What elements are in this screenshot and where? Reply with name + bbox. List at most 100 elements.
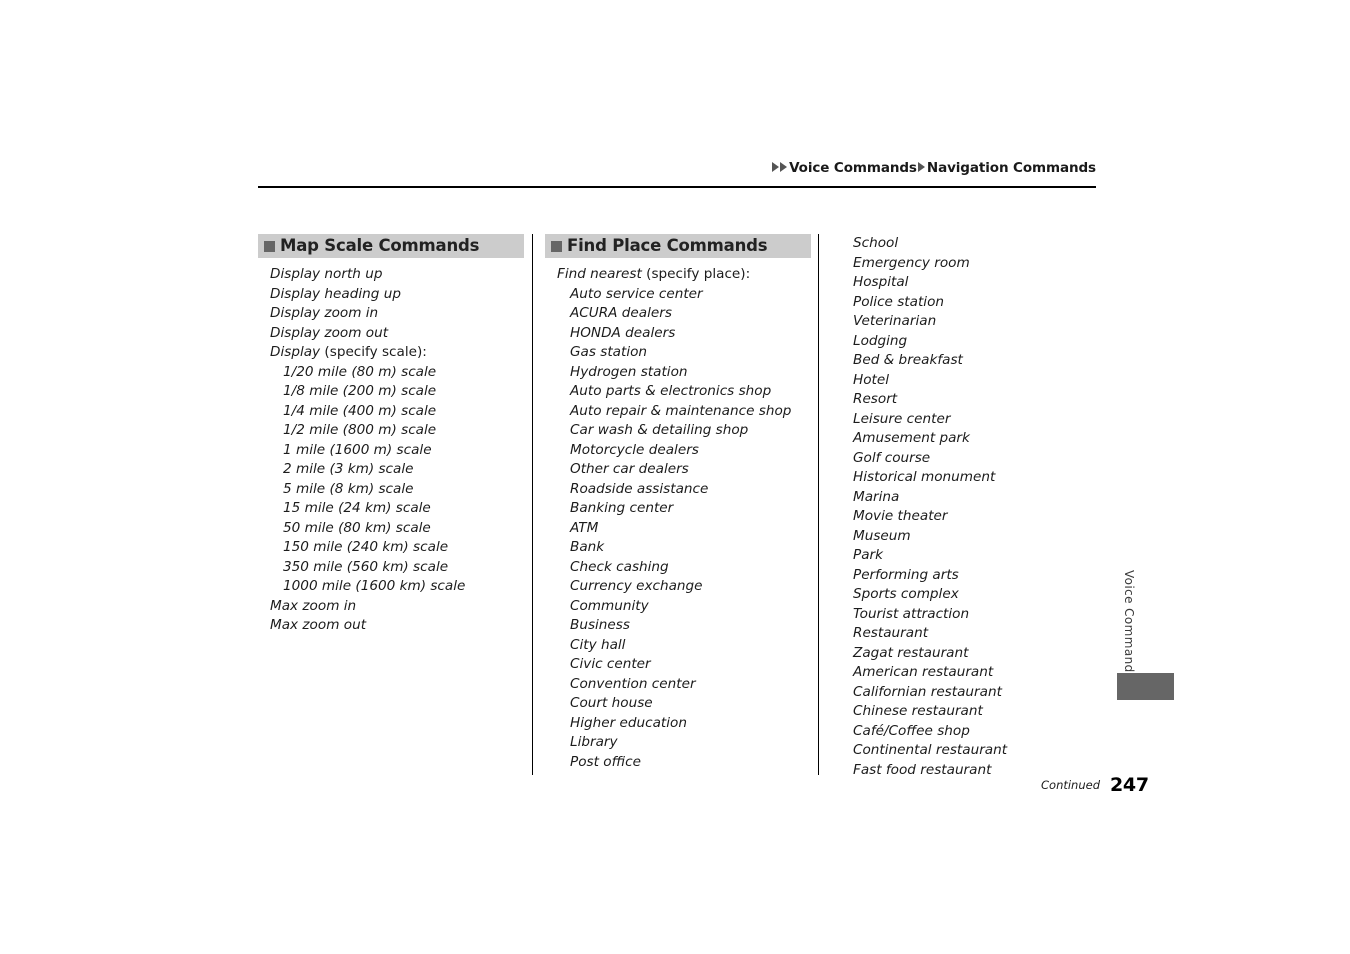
find-place-command-item: School [853, 235, 899, 251]
find-place-command-item: Café/Coffee shop [853, 722, 970, 739]
map-scale-command-item-qualifier: (specify scale): [320, 344, 427, 360]
find-place-command-item: Find nearest (specify place): [545, 265, 811, 285]
find-place-command-item: Chinese restaurant [853, 703, 983, 719]
map-scale-command-item-label: Display [270, 344, 321, 360]
find-place-command-item: Police station [853, 293, 945, 310]
find-place-command-item: Sports complex [853, 586, 959, 602]
find-place-command-item: Court house [570, 695, 653, 711]
side-tab-voice-commands: Voice Commands [1122, 570, 1136, 680]
find-place-command-list: Find nearest (specify place): Auto servic… [545, 265, 811, 772]
find-place-command-item: Auto service center [570, 285, 703, 302]
find-place-command-item: American restaurant [853, 664, 994, 680]
section-header-map-scale: Map Scale Commands [258, 234, 524, 258]
find-place-command-item: Roadside assistance [570, 480, 709, 497]
find-place-command-item: Post office [570, 753, 641, 770]
find-place-command-item: Continental restaurant [853, 742, 1008, 758]
map-scale-command-item: 2 mile (3 km) scale [283, 461, 414, 477]
breadcrumb-item-navigation-commands: Navigation Commands [926, 160, 1096, 176]
find-place-command-item: Civic center [570, 656, 651, 672]
find-place-command-item: Restaurant [853, 625, 929, 641]
triangle-right-icon [772, 162, 780, 172]
side-tab-marker [1117, 673, 1174, 700]
map-scale-command-item: 5 mile (8 km) scale [283, 480, 414, 497]
section-header-find-place: Find Place Commands [545, 234, 811, 258]
find-place-command-item: Museum [853, 527, 911, 544]
square-bullet-icon [264, 240, 275, 252]
triangle-right-icon [780, 162, 788, 172]
breadcrumb: Voice Commands Navigation Commands [258, 160, 1096, 176]
find-place-command-item: Business [570, 617, 630, 633]
find-place-command-item: Currency exchange [570, 578, 703, 594]
column-find-place-commands: Find Place Commands Find nearest (specif… [545, 234, 811, 772]
find-place-command-item: ACURA dealers [570, 305, 672, 321]
find-place-command-item: Library [570, 734, 618, 750]
find-place-command-item: Convention center [570, 675, 696, 692]
find-place-command-item: ATM [570, 519, 599, 536]
find-place-command-item: Californian restaurant [853, 683, 1002, 700]
find-place-command-item: City hall [570, 636, 626, 653]
find-place-command-item: HONDA dealers [570, 324, 676, 341]
find-place-command-item: Car wash & detailing shop [570, 422, 749, 438]
find-place-command-item: Community [570, 597, 649, 614]
map-scale-command-item: 350 mile (560 km) scale [283, 558, 449, 575]
find-place-command-item: Performing arts [853, 566, 959, 583]
map-scale-command-item: Display heading up [270, 285, 401, 302]
find-place-command-item: Bed & breakfast [853, 352, 963, 368]
map-scale-command-item: 1/8 mile (200 m) scale [283, 383, 437, 399]
find-place-command-item: Auto repair & maintenance shop [570, 402, 792, 419]
find-place-command-item: Leisure center [853, 410, 951, 427]
map-scale-command-item: 1/2 mile (800 m) scale [283, 422, 437, 438]
find-place-command-item: Hotel [853, 371, 890, 388]
find-place-command-item: Marina [853, 488, 900, 505]
find-place-command-item: Other car dealers [570, 461, 689, 477]
find-place-command-item: Check cashing [570, 558, 669, 575]
map-scale-command-item: Display north up [270, 266, 383, 282]
map-scale-command-item: 1/4 mile (400 m) scale [283, 402, 437, 419]
map-scale-command-list: Display north up Display heading up Displa… [258, 265, 524, 636]
column-divider-left [532, 234, 533, 775]
map-scale-command-item: 1000 mile (1600 km) scale [283, 578, 466, 594]
square-bullet-icon [551, 240, 562, 252]
find-place-command-item: Amusement park [853, 430, 970, 446]
find-place-command-item: Hospital [853, 274, 909, 290]
map-scale-command-item: Display (specify scale): [258, 343, 524, 363]
map-scale-command-item: Display zoom out [270, 324, 389, 341]
find-place-command-item: Movie theater [853, 508, 948, 524]
find-place-command-item: Emergency room [853, 254, 970, 271]
find-place-command-item: Golf course [853, 449, 931, 466]
find-place-command-item-qualifier: (specify place): [641, 266, 751, 282]
find-place-command-item: Higher education [570, 714, 687, 731]
map-scale-command-item: 15 mile (24 km) scale [283, 500, 431, 516]
map-scale-command-item: 150 mile (240 km) scale [283, 539, 449, 555]
find-place-command-item-label: Find nearest [557, 266, 642, 282]
find-place-command-item: Bank [570, 539, 605, 555]
footer-continued-label: Continued [1041, 778, 1101, 792]
section-title-find-place: Find Place Commands [567, 235, 768, 255]
section-title-map-scale: Map Scale Commands [280, 235, 480, 255]
map-scale-command-item: Display zoom in [270, 305, 379, 321]
page-number: 247 [1110, 774, 1149, 796]
find-place-command-item: Lodging [853, 332, 908, 349]
find-place-command-item: Resort [853, 391, 898, 407]
column-find-place-continued: School Emergency room Hospital Police stati… [845, 234, 1107, 780]
find-place-command-item: Auto parts & electronics shop [570, 383, 772, 399]
find-place-command-item: Motorcycle dealers [570, 441, 699, 458]
find-place-command-item: Historical monument [853, 469, 996, 485]
column-map-scale-commands: Map Scale Commands Display north up Displ… [258, 234, 524, 636]
map-scale-command-item: 50 mile (80 km) scale [283, 519, 431, 536]
find-place-command-item: Tourist attraction [853, 605, 970, 622]
find-place-command-item: Park [853, 547, 883, 563]
map-scale-command-item: Max zoom out [270, 617, 367, 633]
breadcrumb-item-voice-commands: Voice Commands [789, 160, 917, 176]
find-place-command-list-continued: School Emergency room Hospital Police stati… [845, 234, 1107, 780]
find-place-command-item: Banking center [570, 500, 674, 516]
find-place-command-item: Zagat restaurant [853, 644, 969, 661]
map-scale-command-item: 1 mile (1600 m) scale [283, 441, 432, 458]
find-place-command-item: Veterinarian [853, 313, 937, 329]
find-place-command-item: Hydrogen station [570, 363, 688, 380]
map-scale-command-item: 1/20 mile (80 m) scale [283, 363, 437, 380]
header-divider-rule [258, 186, 1096, 188]
map-scale-command-item: Max zoom in [270, 597, 357, 614]
triangle-right-icon [917, 162, 925, 172]
column-divider-right [818, 234, 819, 775]
